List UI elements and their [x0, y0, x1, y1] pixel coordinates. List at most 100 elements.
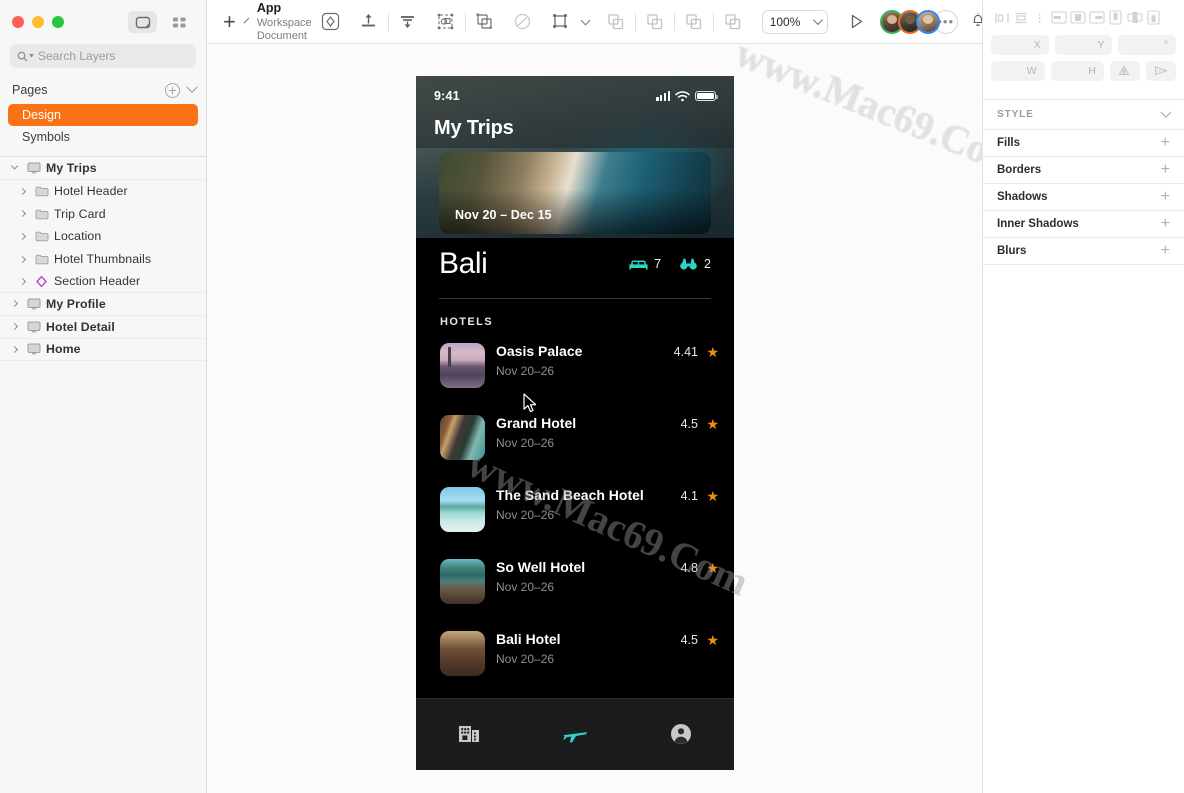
canvas-view-button[interactable] [128, 11, 157, 33]
hotel-list-item[interactable]: Oasis Palace Nov 20–26 4.41 ★ [416, 338, 734, 410]
artboard-my-trips[interactable]: 9:41 My Trips Nov 20 – Dec 15 Bali 7 2 H… [416, 76, 734, 770]
minimize-button[interactable] [32, 16, 44, 28]
maximize-button[interactable] [52, 16, 64, 28]
avatar[interactable] [915, 9, 940, 34]
style-row-label: Fills [997, 137, 1021, 149]
hotel-list-item[interactable]: Bali Hotel Nov 20–26 4.5 ★ [416, 626, 734, 698]
disclosure-chevron-icon[interactable] [16, 210, 29, 218]
hotel-list-item[interactable]: Grand Hotel Nov 20–26 4.5 ★ [416, 410, 734, 482]
layer-row-home[interactable]: Home [0, 339, 206, 362]
layer-row-location[interactable]: Location [0, 225, 206, 248]
canvas[interactable]: 9:41 My Trips Nov 20 – Dec 15 Bali 7 2 H… [207, 44, 982, 793]
section-label-hotels: HOTELS [440, 316, 494, 328]
no-style-button[interactable] [504, 7, 542, 37]
layer-row-section-header[interactable]: Section Header [0, 270, 206, 294]
add-border-button[interactable]: + [1161, 162, 1170, 178]
rotation-field[interactable]: ° [1118, 35, 1177, 55]
search-layers-box[interactable] [10, 44, 196, 68]
union-icon [608, 14, 624, 30]
align-vertical-top-button[interactable] [1107, 10, 1124, 25]
hotel-thumbnail [440, 631, 485, 676]
disclosure-chevron-icon[interactable] [8, 162, 21, 170]
trip-card[interactable]: Nov 20 – Dec 15 [439, 152, 711, 234]
height-field[interactable]: H [1050, 61, 1104, 81]
layer-row-trip-card[interactable]: Trip Card [0, 202, 206, 225]
add-blur-button[interactable]: + [1161, 243, 1170, 259]
style-row-inner-shadows[interactable]: Inner Shadows + [983, 211, 1184, 238]
scale-chevron-down-icon[interactable] [580, 15, 591, 25]
difference-button[interactable] [714, 7, 752, 37]
disclosure-chevron-icon[interactable] [8, 300, 21, 308]
pages-collapse-chevron-icon[interactable] [186, 81, 198, 93]
align-vertical-middle-button[interactable] [1126, 10, 1143, 25]
add-shadow-button[interactable]: + [1161, 189, 1170, 205]
artboard-icon [26, 160, 41, 175]
buildings-icon [459, 726, 479, 742]
preview-button[interactable] [838, 7, 876, 37]
tab-profile[interactable] [628, 723, 734, 745]
window-traffic-lights [12, 16, 64, 28]
scale-button[interactable] [542, 7, 580, 37]
close-button[interactable] [12, 16, 24, 28]
layer-row-hotel-thumbnails[interactable]: Hotel Thumbnails [0, 248, 206, 271]
insert-button[interactable]: + [219, 10, 240, 33]
align-bottom-button[interactable] [389, 7, 427, 37]
disclosure-chevron-icon[interactable] [16, 187, 29, 195]
hotel-list-item[interactable]: So Well Hotel Nov 20–26 4.8 ★ [416, 554, 734, 626]
create-symbol-button[interactable] [312, 7, 350, 37]
add-inner-shadow-button[interactable]: + [1161, 216, 1170, 232]
layer-row-my-profile[interactable]: My Profile [0, 293, 206, 316]
style-collapse-chevron-icon[interactable] [1160, 106, 1172, 118]
add-page-button[interactable] [165, 82, 180, 98]
insert-chevron-down-icon[interactable] [243, 17, 250, 23]
union-button[interactable] [597, 7, 635, 37]
star-icon: ★ [706, 344, 719, 360]
disclosure-chevron-icon[interactable] [16, 255, 29, 263]
flip-vertical-button[interactable] [1146, 61, 1176, 81]
add-fill-button[interactable]: + [1161, 135, 1170, 151]
style-row-borders[interactable]: Borders + [983, 157, 1184, 184]
width-field[interactable]: W [991, 61, 1045, 81]
align-horizontal-center-button[interactable] [1069, 10, 1086, 25]
disclosure-chevron-icon[interactable] [16, 277, 29, 285]
align-horizontal-right-button[interactable] [1088, 10, 1105, 25]
distribute-vertical-button[interactable] [1012, 10, 1029, 25]
intersect-button[interactable] [675, 7, 713, 37]
disclosure-chevron-icon[interactable] [8, 323, 21, 331]
style-row-fills[interactable]: Fills + [983, 130, 1184, 157]
mask-icon [476, 13, 492, 29]
align-left-edges-button[interactable] [993, 10, 1010, 25]
search-input[interactable] [38, 49, 189, 63]
layer-row-hotel-detail[interactable]: Hotel Detail [0, 316, 206, 339]
flip-horizontal-button[interactable] [1110, 61, 1140, 81]
layer-row-my-trips[interactable]: My Trips [0, 157, 206, 180]
x-field[interactable]: X [991, 35, 1049, 55]
align-vertical-bottom-button[interactable] [1145, 10, 1162, 25]
view-toggle-group [128, 11, 194, 33]
more-align-options-button[interactable] [1031, 10, 1048, 25]
y-field[interactable]: Y [1054, 35, 1113, 55]
tab-trips[interactable] [522, 723, 628, 745]
style-section-header[interactable]: STYLE [983, 100, 1184, 130]
zoom-selector[interactable]: 100% [761, 9, 828, 34]
style-row-shadows[interactable]: Shadows + [983, 184, 1184, 211]
mask-button[interactable] [466, 7, 504, 37]
left-sidebar: Pages Design Symbols My Trips [0, 0, 207, 793]
page-item-design[interactable]: Design [8, 104, 198, 126]
hotel-list-item[interactable]: The Sand Beach Hotel Nov 20–26 4.1 ★ [416, 482, 734, 554]
style-row-label: Shadows [997, 191, 1048, 203]
align-horizontal-left-button[interactable] [1050, 10, 1067, 25]
layer-row-hotel-header[interactable]: Hotel Header [0, 180, 206, 203]
grid-view-button[interactable] [165, 11, 194, 33]
style-section-title: STYLE [997, 109, 1034, 120]
group-selection-button[interactable] [427, 7, 465, 37]
subtract-button[interactable] [636, 7, 674, 37]
page-item-symbols[interactable]: Symbols [8, 126, 198, 148]
toolbar-icon-group: 100% ••• [312, 7, 986, 37]
disclosure-chevron-icon[interactable] [16, 232, 29, 240]
tab-hotels[interactable] [416, 723, 522, 743]
align-top-button[interactable] [350, 7, 388, 37]
artboard-icon [26, 342, 41, 357]
style-row-blurs[interactable]: Blurs + [983, 238, 1184, 265]
disclosure-chevron-icon[interactable] [8, 345, 21, 353]
